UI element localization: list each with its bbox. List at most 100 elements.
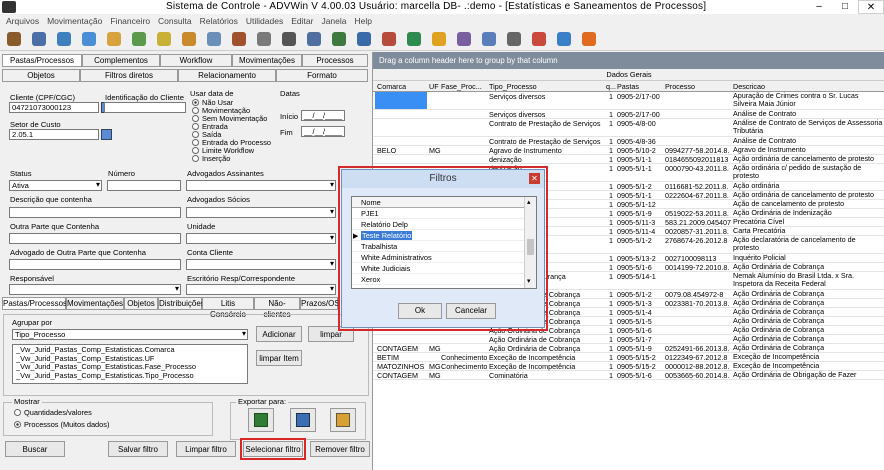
descricao-input[interactable] <box>9 207 181 218</box>
toolbar-button[interactable] <box>104 30 124 48</box>
table-row[interactable]: Contrato de Prestação de Serviços 1 0905-4… <box>373 137 884 146</box>
toolbar-button[interactable] <box>479 30 499 48</box>
filtros-list-item[interactable]: ▶ Teste Relatório <box>352 230 524 241</box>
list-item[interactable]: _Vw_Jurid_Pastas_Comp_Estatisticas.Tipo_… <box>16 371 244 381</box>
cliente-input[interactable]: 04721073000123 <box>9 102 99 113</box>
escritorio-select[interactable] <box>186 284 336 295</box>
agrupar-select[interactable]: Tipo_Processo <box>12 329 248 340</box>
table-row[interactable]: Ação Ordinária de Cobrança 1 0905-5/1-7 Açã… <box>373 335 884 344</box>
radio-quantidades[interactable]: Quantidades/valores <box>14 408 92 417</box>
toolbar-button[interactable] <box>329 30 349 48</box>
menu-financeiro[interactable]: Financeiro <box>110 16 150 26</box>
setor-input[interactable]: 2.05.1 <box>9 129 99 140</box>
buscar-button[interactable]: Buscar <box>5 441 65 457</box>
toolbar-button[interactable] <box>504 30 524 48</box>
filtros-list-item[interactable]: White Judiciais <box>352 263 524 274</box>
limpar-filtro-button[interactable]: Limpar filtro <box>176 441 236 457</box>
cancel-button[interactable]: Cancelar <box>446 303 496 319</box>
adv-socios-select[interactable] <box>186 207 336 218</box>
toolbar-button[interactable] <box>254 30 274 48</box>
col-pastas[interactable]: Pastas <box>617 82 639 91</box>
tab-relacionamento[interactable]: Relacionamento <box>178 69 276 82</box>
toolbar-button[interactable] <box>429 30 449 48</box>
col-descricao[interactable]: Descricao <box>733 82 765 91</box>
filtros-list-item[interactable]: Relatório Delp <box>352 219 524 230</box>
toolbar-button[interactable] <box>529 30 549 48</box>
tab-processos[interactable]: Processos <box>302 54 368 67</box>
toolbar-button[interactable] <box>379 30 399 48</box>
minimize-button[interactable]: – <box>806 0 832 14</box>
filtros-list-item[interactable]: Trabalhista <box>352 241 524 252</box>
tab-formato[interactable]: Formato <box>276 69 368 82</box>
responsavel-select[interactable] <box>9 284 181 295</box>
table-row[interactable]: denização 1 0905-5/1-1 0184655092011813 Ação… <box>373 155 884 164</box>
tab-bottom-prazos[interactable]: Prazos/OS <box>300 297 340 310</box>
tab-objetos[interactable]: Objetos <box>2 69 80 82</box>
filtros-list[interactable]: Nome PJE1 Relatório Delp ▶ Teste Relatório T… <box>351 196 537 289</box>
menu-help[interactable]: Help <box>355 16 372 26</box>
col-processo[interactable]: Processo <box>665 82 695 91</box>
limpar-item-button[interactable]: limpar Item <box>256 350 302 366</box>
conta-cliente-select[interactable] <box>186 259 336 270</box>
salvar-filtro-button[interactable]: Salvar filtro <box>108 441 168 457</box>
table-row[interactable]: CONTAGEM MG Ação Ordinária de Cobrança 1 090… <box>373 344 884 353</box>
scrollbar[interactable]: ▴ ▾ <box>524 197 536 288</box>
table-row[interactable]: CONTAGEM MG Cominatória 1 0905-5/1-6 0053665-… <box>373 371 884 380</box>
menu-relatorios[interactable]: Relatórios <box>200 16 238 26</box>
table-row[interactable]: Serviços diversos 1 0905-2/17-00 Análise de… <box>373 110 884 119</box>
table-row[interactable]: BELO MG Agravo de Instrumento 1 0905-5/10-2 0… <box>373 146 884 155</box>
toolbar-button[interactable] <box>279 30 299 48</box>
export-excel-button[interactable] <box>248 408 274 432</box>
tab-bottom-litis[interactable]: Litis Consórcio <box>202 297 254 319</box>
tab-complementos[interactable]: Complementos <box>82 54 160 67</box>
group-panel[interactable]: Drag a column header here to group by th… <box>373 52 884 69</box>
tab-workflow[interactable]: Workflow <box>160 54 232 67</box>
inicio-date-input[interactable]: __/__/____ <box>301 110 345 121</box>
filtros-list-item[interactable]: Xerox <box>352 274 524 285</box>
identificacao-input[interactable] <box>104 102 186 113</box>
col-q[interactable]: q... <box>606 82 616 91</box>
menu-arquivos[interactable]: Arquivos <box>6 16 39 26</box>
col-fase[interactable]: Fase_Proc... <box>441 82 485 91</box>
tab-bottom-nao-clientes[interactable]: Não-clientes <box>254 297 300 319</box>
toolbar-button[interactable] <box>29 30 49 48</box>
scroll-thumb[interactable] <box>527 239 534 255</box>
col-uf[interactable]: UF <box>429 82 439 91</box>
toolbar-button[interactable] <box>204 30 224 48</box>
toolbar-button[interactable] <box>229 30 249 48</box>
menu-editar[interactable]: Editar <box>291 16 313 26</box>
list-header-nome[interactable]: Nome <box>352 197 524 208</box>
toolbar-button[interactable] <box>304 30 324 48</box>
table-row[interactable]: BETIM Conhecimento Exceção de Incompetênci… <box>373 353 884 362</box>
table-row[interactable]: Serviços diversos 1 0905-2/17-00 Apuração d… <box>373 92 884 110</box>
chevron-down-icon[interactable]: ▾ <box>527 277 531 285</box>
agrupar-list[interactable]: _Vw_Jurid_Pastas_Comp_Estatisticas.Comar… <box>12 344 248 384</box>
outra-parte-input[interactable] <box>9 233 181 244</box>
fim-date-input[interactable]: __/__/____ <box>301 126 345 137</box>
maximize-button[interactable]: □ <box>832 0 858 14</box>
col-comarca[interactable]: Comarca <box>377 82 406 91</box>
tab-bottom-objetos[interactable]: Objetos <box>124 297 158 310</box>
status-select[interactable]: Ativa <box>9 180 102 191</box>
adv-assinantes-select[interactable] <box>186 180 336 191</box>
filtros-list-item[interactable]: White Administrativos <box>352 252 524 263</box>
close-button[interactable]: ✕ <box>858 0 884 14</box>
toolbar-button[interactable] <box>454 30 474 48</box>
numero-input[interactable] <box>107 180 181 191</box>
toolbar-button[interactable] <box>129 30 149 48</box>
menu-utilidades[interactable]: Utilidades <box>246 16 283 26</box>
remover-filtro-button[interactable]: Remover filtro <box>310 441 370 457</box>
tab-movimentacoes[interactable]: Movimentações <box>232 54 302 67</box>
tab-bottom-pastas[interactable]: Pastas/Processos <box>2 297 67 310</box>
radio-insercao[interactable]: Inserção <box>192 154 230 163</box>
toolbar-button[interactable] <box>554 30 574 48</box>
col-tipo[interactable]: Tipo_Processo <box>489 82 537 91</box>
chevron-up-icon[interactable]: ▴ <box>527 198 531 206</box>
toolbar-button[interactable] <box>354 30 374 48</box>
close-icon[interactable]: ✕ <box>529 173 540 184</box>
ok-button[interactable]: Ok <box>398 303 442 319</box>
filtros-list-item[interactable]: PJE1 <box>352 208 524 219</box>
table-row[interactable]: Contrato de Prestação de Serviços 1 0905-4… <box>373 119 884 137</box>
menu-consulta[interactable]: Consulta <box>158 16 192 26</box>
radio-processos[interactable]: Processos (Muitos dados) <box>14 420 109 429</box>
